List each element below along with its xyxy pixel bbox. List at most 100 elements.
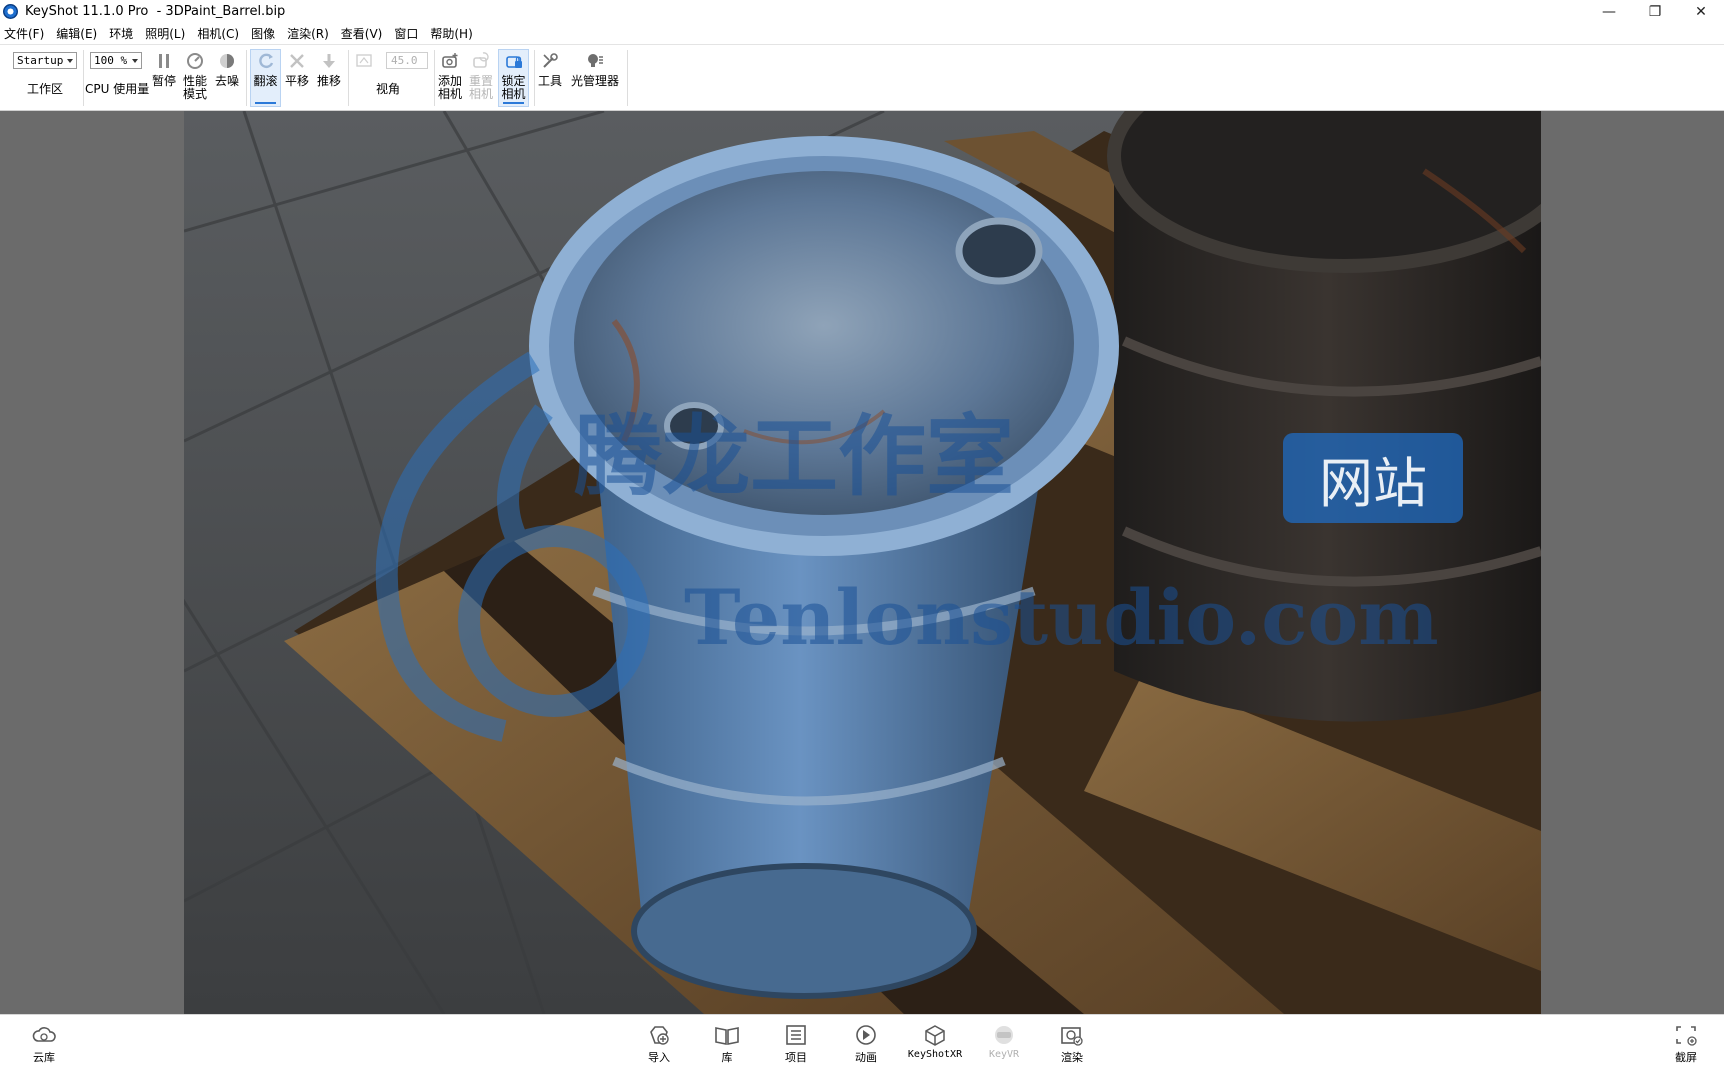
screenshot-icon <box>1673 1023 1699 1047</box>
workspace-select-value: Startup <box>17 54 64 67</box>
field-of-view-label: 视角 <box>376 82 401 96</box>
pan-label: 平移 <box>284 74 309 88</box>
lock-camera-icon <box>503 50 525 72</box>
cpu-usage-label: CPU 使用量 <box>85 82 150 96</box>
workspace-label: 工作区 <box>27 82 64 96</box>
toolbar-divider <box>348 50 349 106</box>
reset-camera-label: 重置 相机 <box>468 74 493 101</box>
menu-edit[interactable]: 编辑(E) <box>56 25 97 42</box>
chevron-down-icon <box>67 59 73 63</box>
performance-mode-button[interactable]: 性能 模式 <box>181 50 209 101</box>
window-title: KeyShot 11.1.0 Pro - 3DPaint_Barrel.bip <box>25 4 286 19</box>
menu-image[interactable]: 图像 <box>251 25 275 42</box>
pause-label: 暂停 <box>151 74 176 88</box>
library-label: 库 <box>721 1051 733 1064</box>
watermark-badge: 网站 <box>1283 433 1463 523</box>
tumble-button[interactable]: 翻滚 <box>250 49 281 107</box>
menu-camera[interactable]: 相机(C) <box>197 25 239 42</box>
import-label: 导入 <box>648 1051 670 1064</box>
light-bulb-icon <box>584 50 606 72</box>
book-icon <box>714 1023 740 1047</box>
cloud-icon <box>31 1023 57 1047</box>
add-camera-icon <box>439 50 461 72</box>
animation-button[interactable]: 动画 <box>838 1023 894 1065</box>
tools-button[interactable]: 工具 <box>536 50 564 88</box>
menu-bar: 文件(F) 编辑(E) 环境 照明(L) 相机(C) 图像 渲染(R) 查看(V… <box>0 23 1724 45</box>
keyshotxr-label: KeyShotXR <box>907 1049 963 1060</box>
barrel-scene-image <box>184 111 1541 1014</box>
cpu-usage-value: 100 % <box>94 54 128 67</box>
toolbar-divider <box>534 50 535 106</box>
field-of-view-value: 45.0 <box>391 54 418 67</box>
cube-icon <box>922 1023 948 1047</box>
light-manager-button[interactable]: 光管理器 <box>568 50 622 88</box>
screenshot-button[interactable]: 截屏 <box>1658 1023 1714 1065</box>
toolbar-divider <box>246 50 247 106</box>
toolbar-divider <box>83 50 84 106</box>
tumble-icon <box>255 50 277 72</box>
add-camera-label: 添加 相机 <box>437 74 462 101</box>
denoise-button[interactable]: 去噪 <box>213 50 241 88</box>
field-of-view-icon <box>356 53 374 69</box>
keyvr-label: KeyVR <box>988 1049 1020 1060</box>
cpu-usage-select[interactable]: 100 % <box>90 52 142 69</box>
pause-icon <box>153 50 175 72</box>
cloud-library-label: 云库 <box>33 1051 55 1064</box>
title-bar: KeyShot 11.1.0 Pro - 3DPaint_Barrel.bip … <box>0 0 1724 23</box>
render-label: 渲染 <box>1061 1051 1083 1064</box>
menu-help[interactable]: 帮助(H) <box>430 25 472 42</box>
toolbar-divider <box>434 50 435 106</box>
restore-button[interactable]: ❐ <box>1632 0 1678 23</box>
menu-lighting[interactable]: 照明(L) <box>145 25 185 42</box>
chevron-down-icon <box>132 59 138 63</box>
bottom-bar: 云库 导入 库 项目 动画 KeyShotXR KeyVR 渲染 截屏 <box>0 1014 1724 1067</box>
project-button[interactable]: 项目 <box>768 1023 824 1065</box>
lock-camera-label: 锁定 相机 <box>501 74 526 101</box>
minimize-button[interactable]: — <box>1586 0 1632 23</box>
reset-camera-button[interactable]: 重置 相机 <box>467 50 495 101</box>
ribbon-toolbar: Startup 工作区 100 % CPU 使用量 暂停 性能 模式 去噪 翻滚 <box>0 46 1724 111</box>
close-button[interactable]: ✕ <box>1678 0 1724 23</box>
render-viewport[interactable]: 腾龙工作室 网站 Tenlonstudio.com <box>184 111 1541 1014</box>
render-button[interactable]: 渲染 <box>1044 1023 1100 1065</box>
animation-label: 动画 <box>855 1051 877 1064</box>
field-of-view-input[interactable]: 45.0 <box>386 52 428 69</box>
performance-mode-label: 性能 模式 <box>182 74 207 101</box>
vr-headset-icon <box>991 1023 1017 1047</box>
project-list-icon <box>783 1023 809 1047</box>
play-icon <box>853 1023 879 1047</box>
window-controls: — ❐ ✕ <box>1586 0 1724 23</box>
dolly-arrow-icon <box>318 50 340 72</box>
keyshot-logo-icon <box>3 4 18 19</box>
toolbar-divider <box>627 50 628 106</box>
import-button[interactable]: 导入 <box>631 1023 687 1065</box>
menu-render[interactable]: 渲染(R) <box>287 25 329 42</box>
pan-button[interactable]: 平移 <box>283 50 311 88</box>
add-camera-button[interactable]: 添加 相机 <box>436 50 464 101</box>
import-icon <box>646 1023 672 1047</box>
workspace-select[interactable]: Startup <box>13 52 77 69</box>
menu-view[interactable]: 查看(V) <box>341 25 383 42</box>
pan-icon <box>286 50 308 72</box>
menu-window[interactable]: 窗口 <box>394 25 418 42</box>
denoise-icon <box>216 50 238 72</box>
performance-icon <box>184 50 206 72</box>
reset-camera-icon <box>470 50 492 72</box>
screenshot-label: 截屏 <box>1675 1051 1697 1064</box>
pause-button[interactable]: 暂停 <box>150 50 178 88</box>
lock-camera-button[interactable]: 锁定 相机 <box>498 49 529 107</box>
dolly-button[interactable]: 推移 <box>315 50 343 88</box>
library-button[interactable]: 库 <box>699 1023 755 1065</box>
keyshotxr-button[interactable]: KeyShotXR <box>907 1023 963 1060</box>
denoise-label: 去噪 <box>214 74 239 88</box>
watermark-url: Tenlonstudio.com <box>684 573 1439 662</box>
menu-file[interactable]: 文件(F) <box>4 25 44 42</box>
tools-icon <box>539 50 561 72</box>
tumble-label: 翻滚 <box>253 74 278 88</box>
cloud-library-button[interactable]: 云库 <box>16 1023 72 1065</box>
render-icon <box>1059 1023 1085 1047</box>
tools-label: 工具 <box>537 74 562 88</box>
keyvr-button[interactable]: KeyVR <box>976 1023 1032 1060</box>
dolly-label: 推移 <box>316 74 341 88</box>
menu-environment[interactable]: 环境 <box>109 25 133 42</box>
